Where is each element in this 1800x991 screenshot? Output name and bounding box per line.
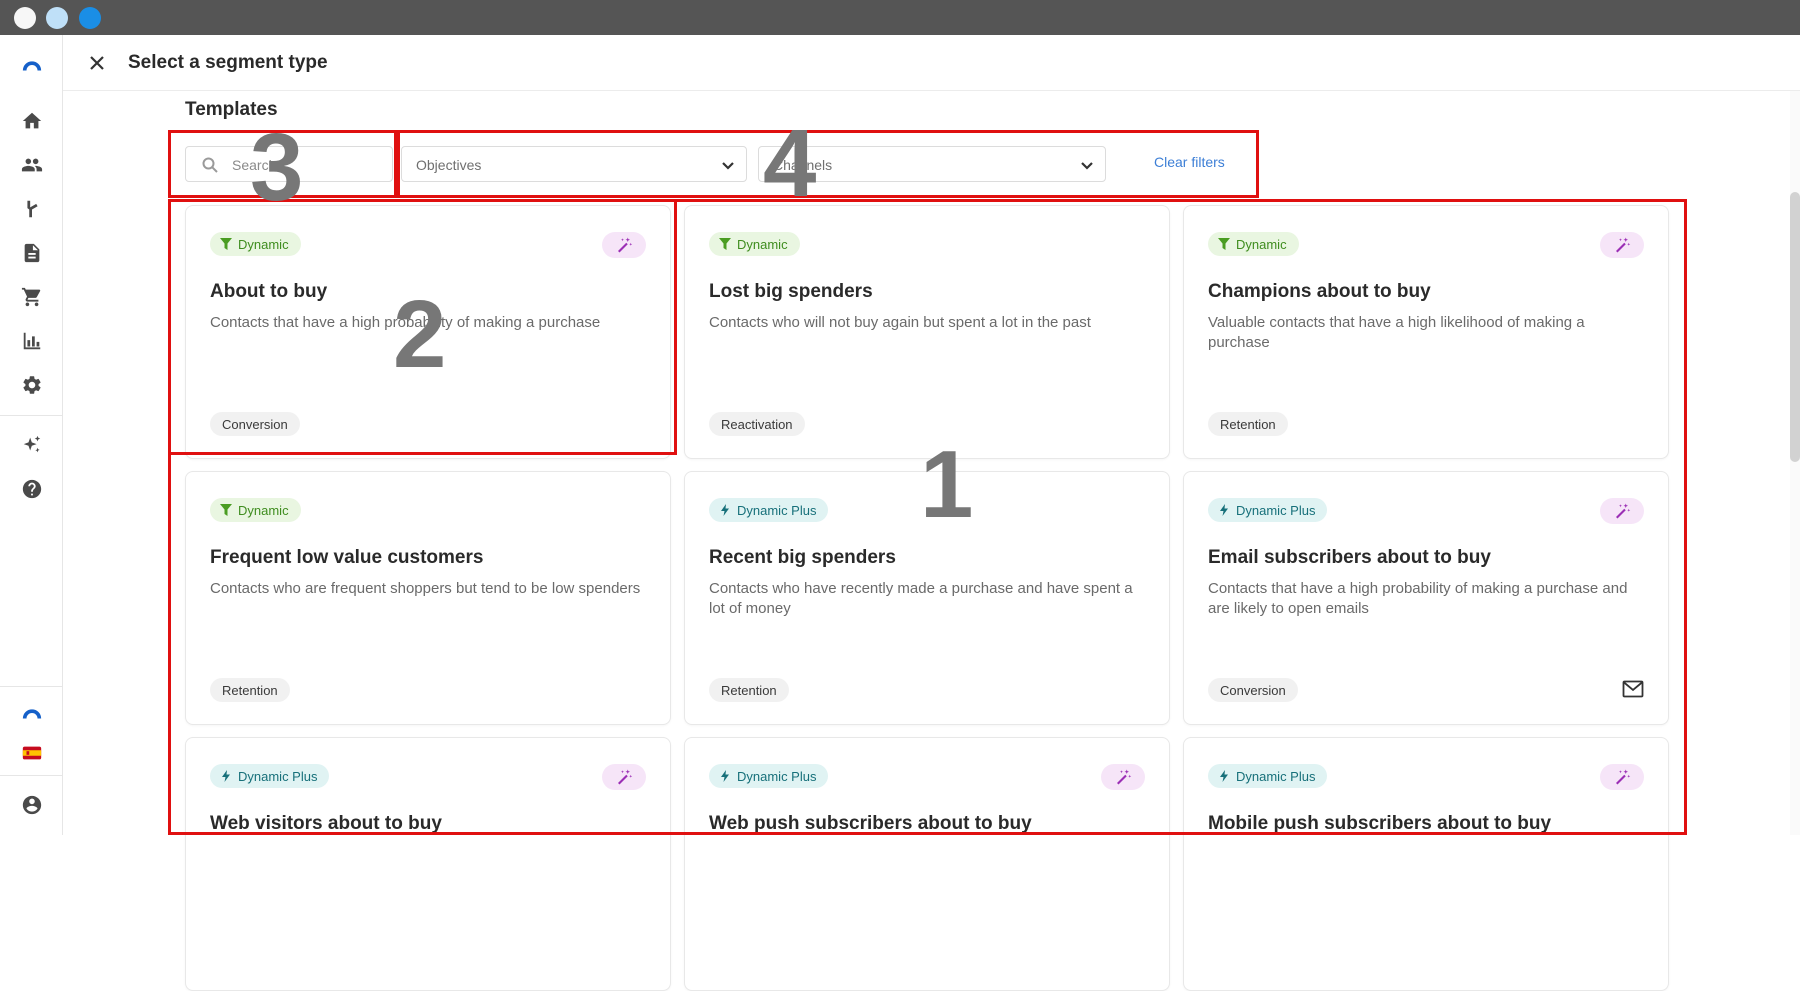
annotation-box-4 [397,130,1259,198]
journeys-icon[interactable] [14,191,50,227]
window-titlebar [0,0,1800,35]
home-icon[interactable] [14,103,50,139]
close-icon [90,56,104,70]
window-maximize-control[interactable] [79,7,101,29]
brand-logo[interactable] [14,47,50,83]
ai-sparkle-icon[interactable] [14,427,50,463]
annotation-label-2: 2 [393,281,447,388]
page-header: Select a segment type [63,35,1800,91]
page-title: Select a segment type [128,52,328,73]
help-icon[interactable] [14,471,50,507]
annotation-label-1: 1 [920,431,974,538]
commerce-icon[interactable] [14,279,50,315]
annotation-label-4: 4 [763,110,817,217]
brand-logo-bottom[interactable] [14,695,50,731]
scrollbar-thumb[interactable] [1790,192,1800,462]
close-button[interactable] [83,49,111,77]
brand-logo-bottom-icon [22,709,42,719]
content-icon[interactable] [14,235,50,271]
window-close-control[interactable] [14,7,36,29]
window-minimize-control[interactable] [46,7,68,29]
spain-flag-icon[interactable] [14,735,50,771]
brand-logo-icon [22,61,42,71]
contacts-icon[interactable] [14,147,50,183]
account-icon[interactable] [14,787,50,823]
settings-icon[interactable] [14,367,50,403]
reports-icon[interactable] [14,323,50,359]
left-nav-rail [0,35,63,835]
annotation-label-3: 3 [250,114,304,221]
